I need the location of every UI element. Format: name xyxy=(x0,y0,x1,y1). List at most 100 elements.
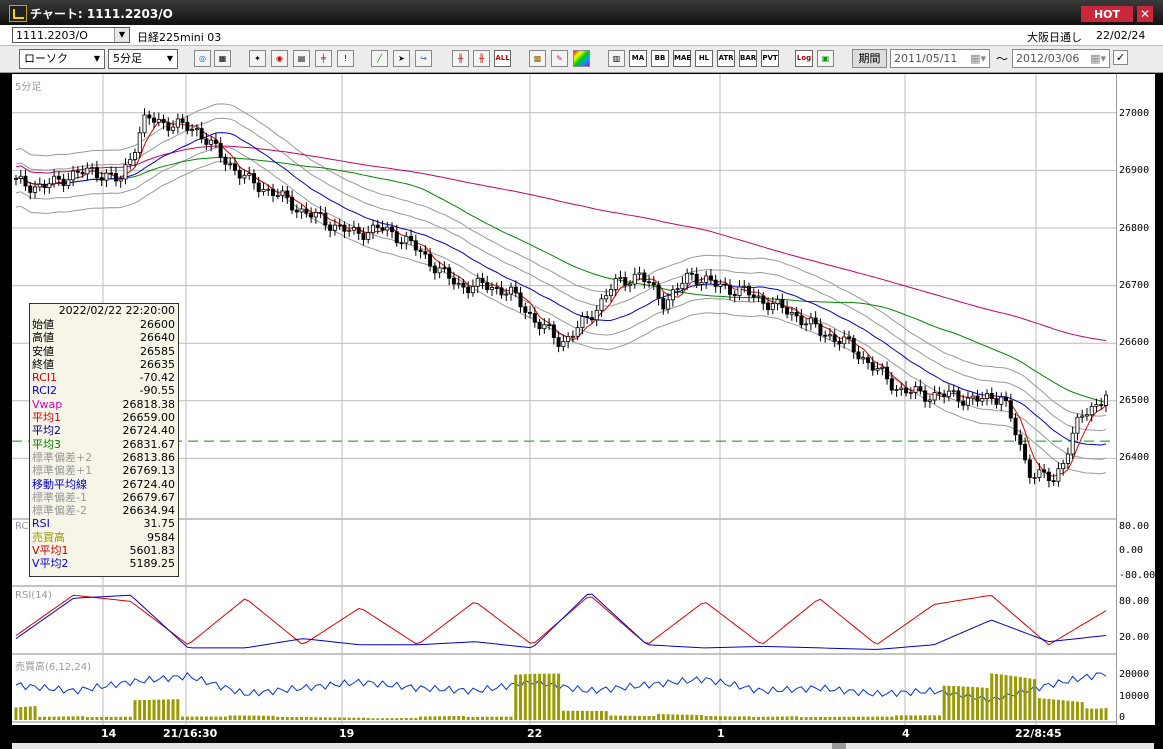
candle-body xyxy=(318,211,323,214)
y-tick-price: 26400 xyxy=(1119,452,1150,463)
volume-bar xyxy=(1028,678,1032,720)
settings-icon[interactable]: ✎ xyxy=(551,50,568,67)
chart-type-select[interactable]: ローソク ▼ xyxy=(19,49,105,69)
volume-bar xyxy=(918,715,922,720)
candle-a-icon[interactable]: ╫ xyxy=(452,50,469,67)
candle-body xyxy=(666,299,671,310)
chart-icon[interactable]: ▤ xyxy=(293,50,310,67)
table-icon[interactable]: ▦ xyxy=(214,50,231,67)
chevron-down-icon[interactable]: ▼ xyxy=(163,50,177,68)
volume-bar xyxy=(695,714,699,720)
candle-body xyxy=(18,175,23,179)
candle-body xyxy=(347,229,352,232)
fibonacci-icon[interactable]: ↪ xyxy=(415,50,432,67)
hl-button[interactable]: HL xyxy=(695,50,713,67)
chevron-down-icon[interactable]: ▼ xyxy=(114,28,129,42)
date-from-field[interactable]: 2011/05/11 ▦▾ xyxy=(890,49,990,68)
mae-button[interactable]: MAE xyxy=(673,50,691,67)
hot-button[interactable]: HOT xyxy=(1081,6,1133,22)
info-key: 平均3 xyxy=(32,437,61,451)
candle-body xyxy=(951,390,956,393)
calendar-icon[interactable]: ▦▾ xyxy=(1090,50,1106,67)
volume-bar xyxy=(709,716,713,720)
date-to-field[interactable]: 2012/03/06 ▦▾ xyxy=(1012,49,1110,68)
export-icon[interactable]: ▣ xyxy=(817,50,834,67)
volume-bar xyxy=(1094,708,1098,720)
candle-body xyxy=(71,170,76,181)
interval-value: 5分足 xyxy=(113,52,142,65)
symbol-select[interactable]: 1111.2203/O ▼ xyxy=(12,27,130,43)
calendar-icon[interactable]: ▦▾ xyxy=(970,50,986,67)
volume-bar xyxy=(300,717,304,720)
volume-bar xyxy=(723,716,727,720)
index-icon[interactable]: ▥ xyxy=(608,50,625,67)
volume-bar xyxy=(733,716,737,720)
line-draw-icon[interactable]: ╱ xyxy=(371,50,388,67)
scrollbar-thumb[interactable] xyxy=(832,743,846,749)
volume-bar xyxy=(376,718,380,720)
volume-bar xyxy=(38,716,42,720)
signal-icon[interactable]: ! xyxy=(337,50,354,67)
info-key: 終値 xyxy=(32,357,54,371)
volume-bar xyxy=(381,718,385,720)
info-row: 始値 26600 xyxy=(30,318,178,331)
candle-body xyxy=(409,235,414,242)
volume-bar xyxy=(466,716,470,720)
candle-body xyxy=(932,392,937,401)
volume-bar xyxy=(814,717,818,720)
volume-bar xyxy=(880,716,884,720)
candle-body xyxy=(437,267,442,274)
ma-button[interactable]: MA xyxy=(629,50,647,67)
volume-bar xyxy=(419,716,423,720)
all-button[interactable]: ALL xyxy=(494,50,511,67)
close-button[interactable]: ✕ xyxy=(1137,6,1153,22)
rsi-line xyxy=(15,672,1107,704)
info-row: 標準偏差-1 26679.67 xyxy=(30,491,178,504)
volume-bar xyxy=(1014,676,1018,720)
volume-bar xyxy=(304,717,308,720)
trend-icon[interactable]: ╪ xyxy=(315,50,332,67)
palette-icon[interactable] xyxy=(573,50,590,67)
volume-bar xyxy=(609,715,613,720)
volume-bar xyxy=(219,716,223,720)
chevron-down-icon[interactable]: ▼ xyxy=(90,50,104,68)
volume-bar xyxy=(352,717,356,720)
volume-bar xyxy=(81,716,85,720)
info-key: 安値 xyxy=(32,344,54,358)
period-button[interactable]: 期間 xyxy=(852,49,887,68)
volume-bar xyxy=(152,699,156,720)
atr-button[interactable]: ATR xyxy=(717,50,735,67)
bar-button[interactable]: BAR xyxy=(739,50,757,67)
volume-bar xyxy=(262,715,266,720)
candle-body xyxy=(608,289,613,297)
candle-body xyxy=(999,396,1004,405)
pointer-icon[interactable]: ➤ xyxy=(393,50,410,67)
cursor-icon[interactable]: ✦ xyxy=(249,50,266,67)
zoom-icon[interactable]: ◎ xyxy=(194,50,211,67)
volume-bar xyxy=(742,716,746,720)
y-tick-rsi: 20.00 xyxy=(1119,632,1150,643)
pattern-icon[interactable]: ▩ xyxy=(529,50,546,67)
candle-body xyxy=(56,175,61,180)
pvt-button[interactable]: PVT xyxy=(761,50,779,67)
candle-body xyxy=(566,336,571,342)
bb-button[interactable]: BB xyxy=(651,50,669,67)
candle-body xyxy=(808,317,813,325)
horizontal-scrollbar[interactable] xyxy=(12,743,1154,749)
apply-checkbox[interactable]: ✓ xyxy=(1113,50,1128,65)
candle-body xyxy=(328,224,333,231)
log-button[interactable]: Log xyxy=(795,50,813,67)
volume-bar xyxy=(214,716,218,720)
candle-b-icon[interactable]: ╫ xyxy=(473,50,490,67)
interval-select[interactable]: 5分足 ▼ xyxy=(108,49,178,69)
candle-body xyxy=(475,277,480,287)
candle-body xyxy=(413,240,418,251)
analysis-icon[interactable]: ◉ xyxy=(271,50,288,67)
volume-bar xyxy=(904,715,908,720)
volume-bar xyxy=(95,717,99,720)
candle-body xyxy=(870,362,875,371)
volume-bar xyxy=(328,717,332,720)
candle-body xyxy=(447,267,452,279)
candle-body xyxy=(356,227,361,234)
candle-body xyxy=(499,287,504,296)
